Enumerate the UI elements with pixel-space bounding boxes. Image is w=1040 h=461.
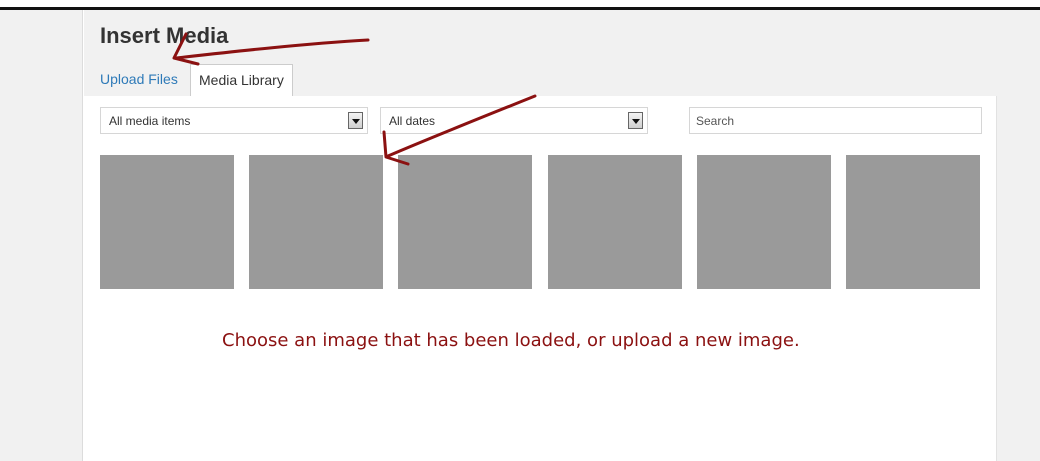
window-top-border: [0, 0, 1040, 10]
dialog-title: Insert Media: [100, 23, 229, 48]
media-thumbnail[interactable]: [846, 155, 980, 289]
left-sidebar-panel: [0, 10, 83, 461]
media-thumbnail[interactable]: [100, 155, 234, 289]
media-thumbnail[interactable]: [548, 155, 682, 289]
tab-upload-files[interactable]: Upload Files: [92, 64, 186, 96]
media-type-select-value: All media items: [109, 114, 191, 128]
media-thumbnail[interactable]: [398, 155, 532, 289]
annotation-note: Choose an image that has been loaded, or…: [222, 330, 800, 351]
tab-media-library[interactable]: Media Library: [190, 64, 293, 96]
date-filter-select-value: All dates: [389, 114, 436, 128]
search-input[interactable]: [689, 107, 982, 134]
media-thumbnail[interactable]: [249, 155, 383, 289]
chevron-down-icon[interactable]: [628, 112, 643, 129]
right-sidebar-panel: [996, 96, 1040, 461]
chevron-down-icon[interactable]: [348, 112, 363, 129]
media-thumbnail[interactable]: [697, 155, 831, 289]
media-type-select[interactable]: All media items: [100, 107, 368, 134]
date-filter-select[interactable]: All dates: [380, 107, 648, 134]
